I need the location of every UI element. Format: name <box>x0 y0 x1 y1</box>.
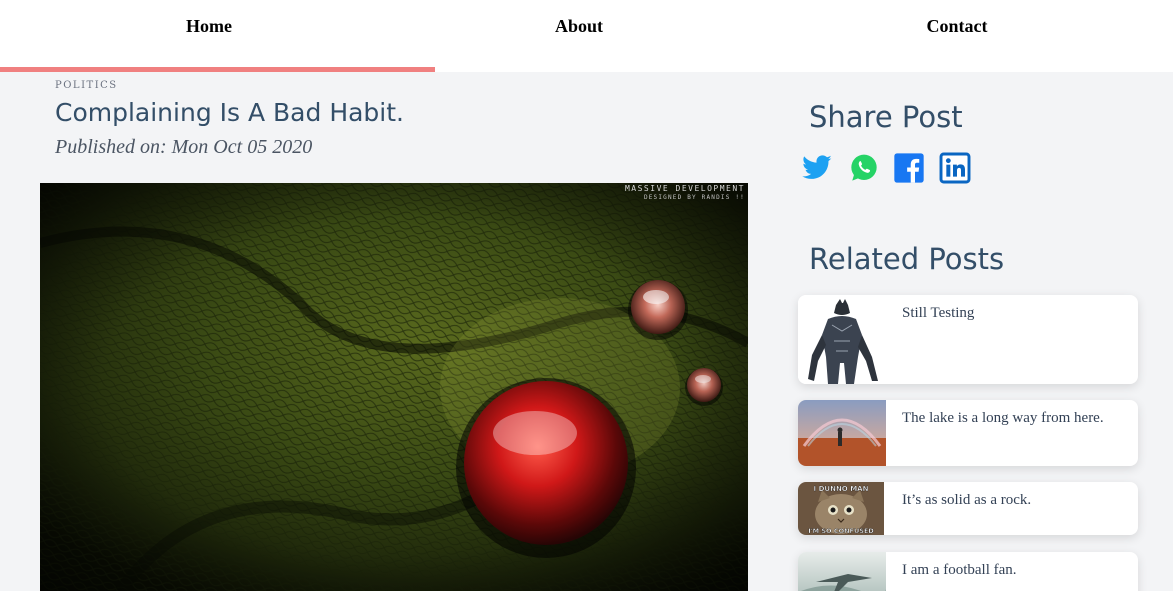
twitter-icon[interactable] <box>801 152 833 184</box>
thumb-caption-top: I DUNNO MAN <box>814 485 869 493</box>
nav-home-link[interactable]: Home <box>0 0 418 72</box>
related-posts-heading: Related Posts <box>809 242 1005 276</box>
related-post-thumbnail <box>798 552 886 591</box>
active-tab-indicator <box>0 67 435 72</box>
nav-about-link[interactable]: About <box>370 0 788 72</box>
top-nav: Home About Contact <box>0 0 1173 72</box>
related-post-card[interactable]: The lake is a long way from here. <box>798 400 1138 466</box>
nav-contact-link[interactable]: Contact <box>748 0 1166 72</box>
related-post-title: I am a football fan. <box>902 562 1017 578</box>
hero-watermark-line2: DESIGNED BY RANDIS !! <box>644 194 745 201</box>
related-post-thumbnail <box>798 295 886 384</box>
post-category: POLITICS <box>55 80 118 91</box>
related-post-title: It’s as solid as a rock. <box>902 492 1032 508</box>
related-post-thumbnail: I DUNNO MAN I'M SO CONFUSED <box>798 482 884 535</box>
thumb-caption-bottom: I'M SO CONFUSED <box>808 527 874 535</box>
related-post-title: The lake is a long way from here. <box>902 410 1104 426</box>
related-post-title: Still Testing <box>902 305 975 321</box>
related-post-card[interactable]: I am a football fan. <box>798 552 1138 591</box>
share-post-heading: Share Post <box>809 100 963 134</box>
facebook-icon[interactable] <box>893 152 925 184</box>
whatsapp-icon[interactable] <box>848 152 880 184</box>
linkedin-icon[interactable] <box>939 152 971 184</box>
hero-watermark-line1: MASSIVE DEVELOPMENT <box>625 184 745 193</box>
post-hero-image: MASSIVE DEVELOPMENT DESIGNED BY RANDIS !… <box>40 183 748 591</box>
related-post-thumbnail <box>798 400 886 466</box>
related-post-card[interactable]: I DUNNO MAN I'M SO CONFUSED It’s as soli… <box>798 482 1138 535</box>
post-published-date: Published on: Mon Oct 05 2020 <box>55 136 313 158</box>
post-title: Complaining Is A Bad Habit. <box>55 98 404 127</box>
related-post-card[interactable]: Still Testing <box>798 295 1138 384</box>
